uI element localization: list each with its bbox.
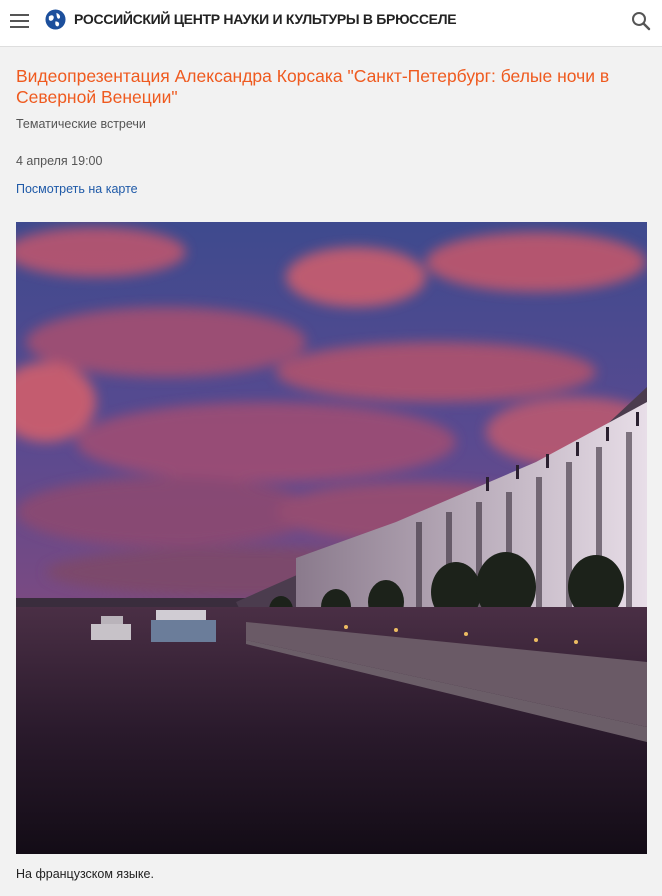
top-bar: РОССИЙСКИЙ ЦЕНТР НАУКИ И КУЛЬТУРЫ В БРЮС… <box>0 0 662 47</box>
site-title[interactable]: РОССИЙСКИЙ ЦЕНТР НАУКИ И КУЛЬТУРЫ В БРЮС… <box>74 11 457 27</box>
globe-logo-icon[interactable] <box>45 9 66 30</box>
hamburger-menu-icon[interactable] <box>10 13 29 29</box>
event-category: Тематические встречи <box>16 117 146 131</box>
search-icon[interactable] <box>631 11 651 31</box>
event-title: Видеопрезентация Александра Корсака "Сан… <box>16 66 610 107</box>
event-language-note: На французском языке. <box>16 867 154 881</box>
event-datetime: 4 апреля 19:00 <box>16 154 103 168</box>
view-on-map-link[interactable]: Посмотреть на карте <box>16 182 138 196</box>
event-photo <box>16 222 647 854</box>
